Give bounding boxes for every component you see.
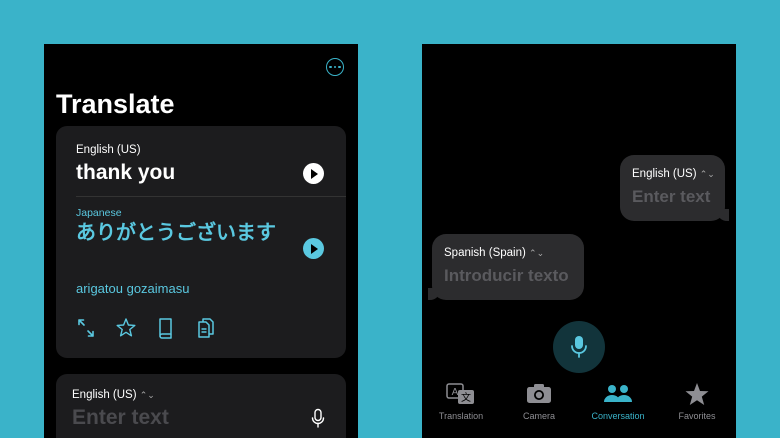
translation-icon: A 文 bbox=[445, 382, 477, 406]
expand-icon[interactable] bbox=[76, 317, 96, 339]
camera-icon bbox=[523, 382, 555, 406]
text-input-placeholder[interactable]: Enter text bbox=[72, 406, 169, 430]
spanish-bubble[interactable]: Spanish (Spain) ⌃⌄ Introducir texto bbox=[428, 234, 584, 300]
chevron-updown-icon: ⌃⌄ bbox=[529, 248, 545, 258]
conversation-icon bbox=[602, 382, 634, 406]
play-source-icon[interactable] bbox=[303, 163, 324, 184]
input-language-selector[interactable]: English (US) ⌃⌄ bbox=[72, 389, 155, 401]
tab-conversation[interactable]: Conversation bbox=[579, 382, 657, 421]
text-input-card[interactable]: English (US) ⌃⌄ Enter text bbox=[56, 374, 346, 438]
page-title: Translate bbox=[56, 89, 175, 119]
chevron-updown-icon: ⌃⌄ bbox=[699, 169, 715, 179]
target-text: ありがとうございます bbox=[76, 222, 276, 244]
tab-label: Favorites bbox=[678, 411, 716, 421]
source-text: thank you bbox=[76, 161, 176, 184]
tab-translation[interactable]: A 文 Translation bbox=[422, 382, 500, 421]
divider bbox=[76, 196, 346, 197]
target-romanization: arigatou gozaimasu bbox=[76, 281, 190, 296]
english-bubble[interactable]: English (US) ⌃⌄ Enter text bbox=[620, 155, 729, 221]
play-target-icon[interactable] bbox=[303, 238, 324, 259]
english-language-selector[interactable]: English (US) ⌃⌄ bbox=[632, 168, 715, 180]
spanish-language-selector[interactable]: Spanish (Spain) ⌃⌄ bbox=[444, 247, 544, 259]
copy-icon[interactable] bbox=[196, 317, 216, 339]
translation-result-card: English (US) thank you Japanese ありがとうござい… bbox=[56, 126, 346, 358]
dictionary-book-icon[interactable] bbox=[156, 317, 176, 339]
tab-label: Camera bbox=[522, 411, 555, 421]
translate-screen: Translate English (US) thank you Japanes… bbox=[44, 44, 358, 438]
english-input-placeholder[interactable]: Enter text bbox=[632, 187, 710, 207]
microphone-icon[interactable] bbox=[310, 408, 326, 430]
tab-camera[interactable]: Camera bbox=[500, 382, 578, 421]
tab-label: Translation bbox=[438, 411, 484, 421]
source-language-label: English (US) bbox=[76, 144, 141, 156]
tab-label: Conversation bbox=[591, 411, 645, 421]
chevron-updown-icon: ⌃⌄ bbox=[139, 390, 155, 400]
tab-bar: A 文 Translation Camera Conversation Favo… bbox=[422, 382, 736, 438]
target-language-label: Japanese bbox=[76, 207, 122, 219]
tab-favorites[interactable]: Favorites bbox=[658, 382, 736, 421]
microphone-button[interactable] bbox=[553, 321, 605, 373]
svg-text:A: A bbox=[452, 387, 459, 398]
spanish-input-placeholder[interactable]: Introducir texto bbox=[444, 266, 569, 286]
svg-text:文: 文 bbox=[461, 391, 471, 404]
more-options-icon[interactable] bbox=[326, 58, 344, 76]
favorite-star-icon[interactable] bbox=[116, 317, 136, 339]
conversation-screen: English (US) ⌃⌄ Enter text Spanish (Spai… bbox=[422, 44, 736, 438]
star-icon bbox=[681, 382, 713, 406]
microphone-icon bbox=[571, 336, 587, 358]
